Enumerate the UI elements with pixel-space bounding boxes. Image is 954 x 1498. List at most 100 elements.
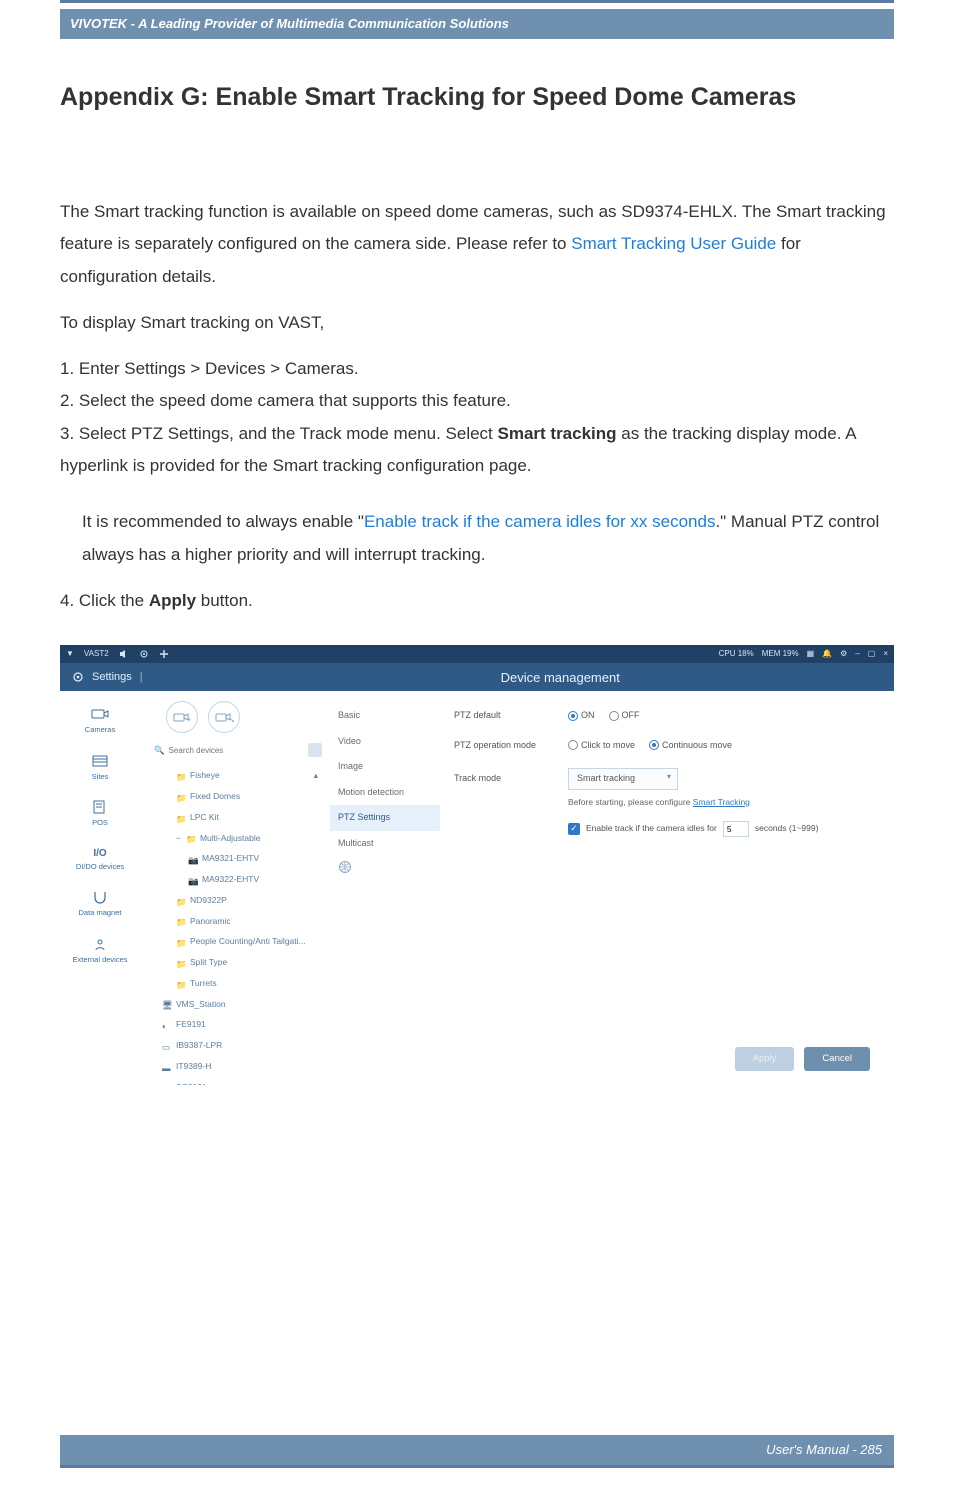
cam-icon: 📷 xyxy=(188,854,197,863)
tree-label: IT9389-H xyxy=(176,1060,211,1073)
tree-people[interactable]: 📁People Counting/Anti Tailgati... xyxy=(148,931,322,952)
search-input[interactable] xyxy=(169,746,289,755)
toolbar-gear-icon[interactable] xyxy=(139,649,149,659)
step-4c: button. xyxy=(196,591,253,610)
tab-basic[interactable]: Basic xyxy=(330,703,440,729)
folder-icon: 📁 xyxy=(176,958,185,967)
tree-ma9322[interactable]: 📷MA9322-EHTV xyxy=(148,869,322,890)
page-section-title: Device management xyxy=(501,668,620,688)
folder-icon: 📁 xyxy=(176,792,185,801)
tree-fixed-domes[interactable]: 📁 Fixed Domes xyxy=(148,786,322,807)
sidebar-item-data-magnet[interactable]: Data magnet xyxy=(60,890,140,918)
page-top-rule xyxy=(60,0,894,3)
radio-click-label: Click to move xyxy=(581,740,635,750)
svg-text:↘: ↘ xyxy=(229,717,234,724)
ptz-settings-panel: PTZ default ON OFF PTZ operation mode Cl… xyxy=(440,691,894,1085)
folder-icon: 📁 xyxy=(176,937,185,946)
tree-it9389h[interactable]: ▬ IT9389-H xyxy=(148,1056,322,1077)
add-device-button[interactable]: + xyxy=(166,701,198,733)
tree-nd9322p[interactable]: 📁ND9322P xyxy=(148,890,322,911)
tree-label: IB9387-LPR xyxy=(176,1039,222,1052)
tree-fe9191[interactable]: ◐FE9191 xyxy=(148,1014,322,1035)
chevron-up-icon: ▴ xyxy=(314,769,318,782)
edit-icon[interactable] xyxy=(308,743,322,757)
sidebar-item-sites[interactable]: Sites xyxy=(60,754,140,782)
row-ptz-op: PTZ operation mode Click to move Continu… xyxy=(454,739,880,753)
folder-icon: 📁 xyxy=(176,771,185,780)
pos-icon xyxy=(91,800,109,814)
radio-click[interactable]: Click to move xyxy=(568,739,635,753)
apply-button[interactable]: Apply xyxy=(735,1047,795,1071)
search-icon: 🔍 xyxy=(154,744,165,757)
tab-video[interactable]: Video xyxy=(330,729,440,755)
sidebar-item-cameras[interactable]: Cameras xyxy=(60,707,140,735)
import-device-button[interactable]: ↘ xyxy=(208,701,240,733)
sidebar-item-external[interactable]: External devices xyxy=(60,937,140,965)
sidebar-item-pos[interactable]: POS xyxy=(60,800,140,828)
tree-label: VMS_Station xyxy=(176,998,226,1011)
tree-label: Multi-Adjustable xyxy=(200,832,260,845)
page-footer: User's Manual - 285 xyxy=(60,1435,894,1468)
tree-label: MA9322-EHTV xyxy=(202,873,259,886)
cam-icon: ▬ xyxy=(162,1062,171,1071)
idle-seconds-input[interactable] xyxy=(723,821,749,837)
folder-icon: 📁 xyxy=(186,833,195,842)
tab-multicast[interactable]: Multicast xyxy=(330,831,440,857)
toolbar-plus-icon[interactable] xyxy=(159,649,169,659)
grid-icon[interactable]: ▦ xyxy=(807,648,815,660)
tree-ib9387[interactable]: ▭IB9387-LPR xyxy=(148,1035,322,1056)
magnet-icon xyxy=(91,890,109,904)
smart-tracking-config-link[interactable]: Smart Tracking xyxy=(693,797,750,807)
tree-vms[interactable]: 🖥VMS_Station xyxy=(148,994,322,1015)
tree-label: SC8131 xyxy=(176,1081,207,1086)
cpu-usage: CPU 18% xyxy=(719,648,754,660)
cancel-button[interactable]: Cancel xyxy=(804,1047,870,1071)
action-buttons: Apply Cancel xyxy=(735,1047,870,1071)
mem-usage: MEM 19% xyxy=(762,648,799,660)
minus-icon: − xyxy=(176,832,181,845)
settings-gear-icon[interactable]: ⚙ xyxy=(840,648,847,660)
breadcrumb-settings[interactable]: Settings xyxy=(92,669,132,686)
rec-a: It is recommended to always enable " xyxy=(82,512,364,531)
step-4: 4. Click the Apply button. xyxy=(60,585,894,617)
sidebar-label-data: Data magnet xyxy=(60,907,140,918)
tree-split[interactable]: 📁Split Type xyxy=(148,952,322,973)
tree-sc8131[interactable]: ▬SC8131 xyxy=(148,1077,322,1086)
tree-multi[interactable]: −📁 Multi-Adjustable xyxy=(148,828,322,849)
smart-tracking-guide-link[interactable]: Smart Tracking User Guide xyxy=(571,234,776,253)
enable-idle-checkbox[interactable]: ✓ xyxy=(568,823,580,835)
minimize-icon[interactable]: – xyxy=(855,648,859,660)
settings-breadcrumb-bar: Settings | Device management xyxy=(60,663,894,691)
enable-idle-label-b: seconds (1~999) xyxy=(755,822,819,835)
step-3: 3. Select PTZ Settings, and the Track mo… xyxy=(60,418,894,483)
tree-ma9321[interactable]: 📷MA9321-EHTV xyxy=(148,848,322,869)
tree-label: FE9191 xyxy=(176,1018,206,1031)
sidebar-label-pos: POS xyxy=(60,817,140,828)
tab-motion[interactable]: Motion detection xyxy=(330,780,440,806)
go-to-web-icon[interactable] xyxy=(330,860,440,879)
vast-screenshot: ▼ VAST2 CPU 18% MEM 19% ▦ 🔔 ⚙ – ▢ xyxy=(60,645,894,1085)
steps-list-2: 4. Click the Apply button. xyxy=(60,585,894,617)
radio-off[interactable]: OFF xyxy=(609,709,640,723)
tree-lpc[interactable]: 📁LPC Kit xyxy=(148,807,322,828)
radio-on[interactable]: ON xyxy=(568,709,595,723)
track-mode-select[interactable]: Smart tracking xyxy=(568,768,678,790)
tree-turrets[interactable]: 📁Turrets xyxy=(148,973,322,994)
tree-panoramic[interactable]: 📁Panoramic xyxy=(148,911,322,932)
tree-label: Fixed Domes xyxy=(190,790,240,803)
tab-ptz-settings[interactable]: PTZ Settings xyxy=(330,805,440,831)
maximize-icon[interactable]: ▢ xyxy=(868,648,876,660)
app-title: VAST2 xyxy=(84,648,109,660)
sidebar-label-cameras: Cameras xyxy=(60,724,140,735)
bell-icon[interactable]: 🔔 xyxy=(822,648,832,660)
radio-continuous[interactable]: Continuous move xyxy=(649,739,732,753)
sidebar-item-io[interactable]: I/O DI/DO devices xyxy=(60,846,140,872)
sidebar-label-dido: DI/DO devices xyxy=(60,861,140,872)
enable-track-idle-link[interactable]: Enable track if the camera idles for xx … xyxy=(364,512,716,531)
recommendation: It is recommended to always enable "Enab… xyxy=(60,506,894,571)
folder-icon: 📁 xyxy=(176,916,185,925)
tree-fisheye[interactable]: 📁Fisheye▴ xyxy=(148,765,322,786)
toolbar-speaker-icon[interactable] xyxy=(119,649,129,659)
tab-image[interactable]: Image xyxy=(330,754,440,780)
close-icon[interactable]: × xyxy=(883,648,888,660)
